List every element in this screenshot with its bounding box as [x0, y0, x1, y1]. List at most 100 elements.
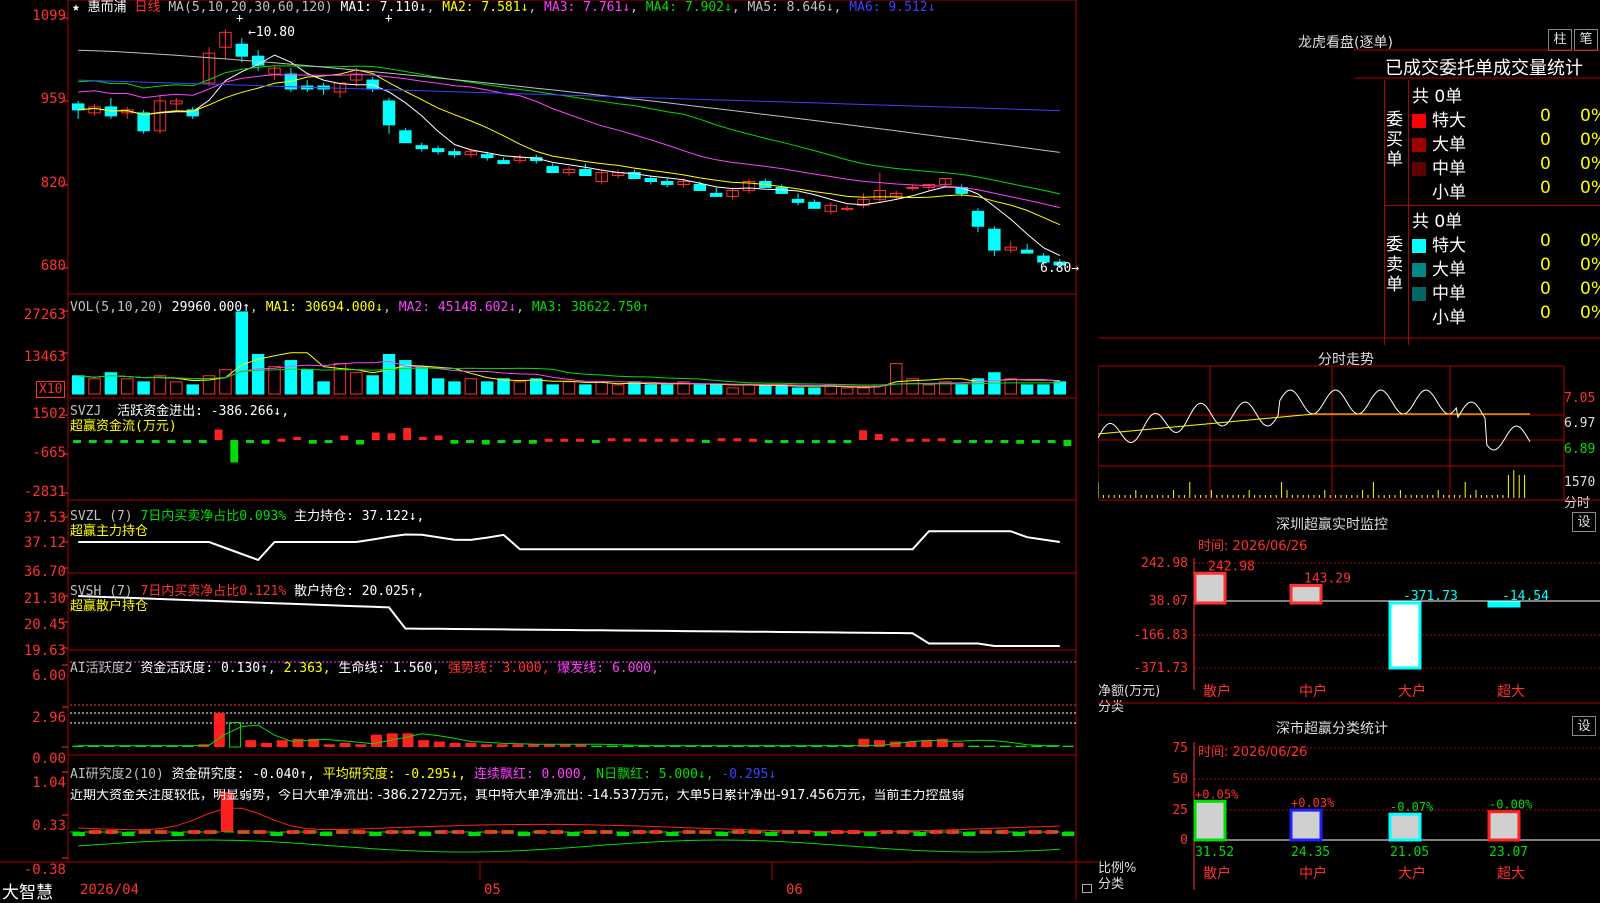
svsh-ytick: 21.30 [23, 591, 66, 607]
svzl-label: SVZL (7) [70, 509, 133, 524]
fund-flow-bar [246, 440, 254, 443]
svsh-ytick: 20.45 [23, 617, 66, 633]
fund-flow-bar [528, 440, 537, 444]
fund-flow-bar [198, 440, 207, 443]
favorite-star-icon[interactable]: ★ [72, 0, 80, 15]
vol-ytick: 13463 [23, 349, 66, 365]
category-name: 大户 [1398, 865, 1426, 882]
category-bar [1193, 799, 1227, 842]
fund-flow-bar [1063, 440, 1072, 446]
monitor-bar-value: 242.98 [1208, 559, 1255, 574]
ai2-ytick: 0.33 [32, 818, 66, 834]
vol-ma1: MA1: 30694.000↓ [265, 300, 384, 315]
lock-icon[interactable] [1082, 884, 1092, 893]
ai2-analysis-text: 近期大资金关注度较低，明显弱势，今日大单净流出: -386.272万元，其中特大… [70, 789, 965, 803]
research-bar [468, 832, 481, 836]
ai2-red: 连续飘红: 0.000, [473, 767, 589, 782]
research-bar [270, 832, 283, 836]
volume-bar [1020, 384, 1034, 395]
category-bar [1388, 812, 1422, 842]
fund-flow-bar [1000, 440, 1009, 443]
ma-params: MA(5,10,20,30,60,120) [168, 0, 333, 15]
candle-body [710, 192, 723, 197]
candle-body [448, 151, 461, 156]
svzl-desc1: 7日内买卖净占比0.093% [140, 509, 287, 524]
ai1-desc: 资金活跃度: 0.130↑, [140, 661, 276, 676]
monitor-bar [1388, 601, 1422, 670]
activity-bar [921, 740, 933, 747]
monitor-bar-value: 143.29 [1304, 571, 1351, 586]
fund-flow-bar [576, 438, 585, 442]
fund-flow-bar [780, 440, 789, 443]
fund-flow-bar [827, 440, 836, 443]
activity-bar [339, 742, 351, 747]
candle-body [71, 103, 85, 111]
svsh-sub: 超赢散户持仓 [70, 599, 149, 614]
activity-bar [402, 733, 414, 747]
avg-price-line [1098, 413, 1530, 435]
svsh-ytick: 19.63 [23, 643, 66, 659]
activity-bar [449, 742, 461, 747]
ai2-ytick: -0.38 [23, 862, 66, 878]
category-name: 中户 [1299, 865, 1327, 882]
fund-flow-bar [387, 433, 396, 440]
fund-flow-bar [434, 435, 443, 440]
fund-flow-bar [450, 440, 459, 444]
fund-flow-bar [1031, 440, 1040, 443]
volume-bar [1053, 381, 1067, 395]
research-bar [418, 832, 432, 836]
svsh-label: SVSH (7) [70, 584, 133, 599]
main-chart-area[interactable]: ++ [0, 0, 1098, 900]
fund-flow-bar [670, 438, 679, 442]
svzl-ytick: 37.12 [23, 535, 66, 551]
fund-flow-bar [120, 440, 129, 443]
activity-bar [418, 740, 430, 747]
activity-bar [245, 740, 257, 747]
fund-flow-bar [733, 438, 742, 442]
fund-flow-bar [1047, 440, 1056, 443]
volume-bar [644, 384, 658, 395]
fund-flow-bar [764, 440, 773, 443]
fund-flow-bar [796, 440, 805, 443]
fund-flow-bar [639, 438, 647, 442]
svzj-ytick: 1502 [32, 406, 66, 422]
volume-bar [464, 378, 478, 395]
research-bar [666, 832, 679, 836]
fund-flow-bar [969, 440, 977, 443]
category-bar-change: -0.07% [1390, 800, 1434, 814]
volume-bar [857, 387, 870, 395]
ai1-ytick: 0.00 [32, 751, 66, 767]
ma4-value: MA4: 7.902↓ [645, 0, 732, 15]
fund-flow-bar [418, 437, 427, 441]
period-label[interactable]: 日线 [135, 0, 161, 15]
category-ytick: 75 [1172, 741, 1188, 756]
fund-flow-bar [88, 440, 97, 443]
activity-bar [496, 744, 508, 747]
volume-bar [840, 387, 854, 395]
fund-flow-bar [167, 440, 176, 443]
candle-body [791, 198, 805, 203]
research-bar [171, 832, 184, 836]
monitor-ytick: 38.07 [1149, 594, 1188, 609]
category-bar-value: 21.05 [1390, 845, 1429, 860]
vol-label: VOL(5,10,20) [70, 300, 164, 315]
research-line-green [78, 839, 1060, 853]
activity-bar [1062, 745, 1074, 747]
stock-name[interactable]: 惠而浦 [88, 0, 127, 15]
fund-flow-bar [277, 438, 286, 442]
ai2-header: AI研究度2(10) 资金研究度: -0.040↑, 平均研究度: -0.295… [70, 768, 776, 782]
category-ytick: 0 [1180, 833, 1188, 848]
kline-ytick: 820 [40, 175, 66, 191]
high-price-label: ←10.80 [248, 25, 295, 40]
kline-ytick: 959 [40, 91, 66, 107]
volume-bar [595, 381, 608, 395]
fund-flow-bar [356, 440, 364, 445]
activity-bar [968, 745, 980, 747]
fund-flow-bar [230, 440, 239, 463]
candle-body [988, 228, 1001, 251]
date-axis-label: 2026/04 [80, 882, 140, 898]
volume-bar [1037, 384, 1050, 395]
fund-flow-bar [544, 438, 553, 442]
ai1-label: AI活跃度2 [70, 661, 133, 676]
fund-flow-bar [513, 440, 522, 443]
